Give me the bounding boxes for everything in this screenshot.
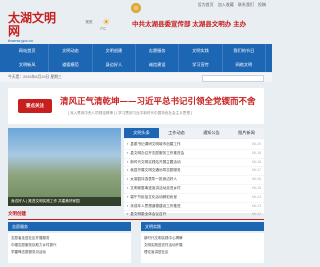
- news-list: ▪ 县委书记调研文明城市创建工作 06-19 ▪ 县文明办召开志愿服务工作推进会 06-…: [124, 139, 264, 221]
- list-item[interactable]: ▪ 县委书记调研文明城市创建工作 06-19: [124, 141, 264, 150]
- photo-caption[interactable]: 身边好人 | 推进文明实践工作 共建美好家园: [8, 197, 121, 206]
- header-title: 中共太湖县委宣传部 太湖县文明办 主办: [132, 21, 247, 28]
- lower-lists: 志愿者走进社区开展服务 巾帼志愿服务队助力乡村振兴 学雷锋志愿服务月活动 新时代…: [8, 233, 264, 263]
- list-item[interactable]: ▪ 县文明办召开志愿服务工作推进会 06-18: [124, 150, 264, 159]
- add-favorite-link[interactable]: 加入收藏: [218, 2, 234, 7]
- volunteer-list: 志愿者走进社区开展服务 巾帼志愿服务队助力乡村振兴 学雷锋志愿服务月活动: [8, 233, 131, 263]
- tab-volunteer[interactable]: 志愿服务: [8, 222, 131, 231]
- tab-headlines[interactable]: 文明头条: [124, 128, 159, 138]
- search-input[interactable]: [202, 75, 264, 82]
- list-item[interactable]: 新时代文明实践中心揭牌: [144, 235, 261, 242]
- tab-notices[interactable]: 通知公告: [194, 128, 229, 138]
- section-title: 文明创建: [8, 209, 264, 220]
- sun-icon: ☀: [102, 17, 111, 27]
- nav-item[interactable]: 我们的节日: [223, 44, 266, 58]
- list-item[interactable]: ▪ 端午节民俗文化活动精彩纷呈 06-14: [124, 194, 264, 203]
- submit-link[interactable]: 投稿: [258, 2, 266, 7]
- nav-item[interactable]: 道德模范: [49, 58, 93, 72]
- news-tabs: 文明头条 工作动态 通知公告 图片新闻: [124, 128, 264, 138]
- list-item[interactable]: ▪ 文明家庭事迹宣讲活动走进乡村 06-15: [124, 185, 264, 194]
- lower-tabs: 志愿服务 文明实践: [8, 222, 264, 231]
- site-logo[interactable]: 太湖文明网 thwmw.gov.cn: [8, 11, 66, 44]
- practice-list: 新时代文明实践中心揭牌 文明实践进农村活动开展 理论宣讲进社区: [141, 233, 264, 263]
- featured-photo[interactable]: 身边好人 | 推进文明实践工作 共建美好家园: [8, 128, 121, 206]
- tab-work[interactable]: 工作动态: [159, 128, 194, 138]
- list-item[interactable]: 志愿者走进社区开展服务: [11, 235, 128, 242]
- nav-item[interactable]: 文明实践: [179, 44, 223, 58]
- main-nav: 网站首页 文明动态 文明创建 志愿服务 文明实践 我们的节日 文明新风 道德模范…: [0, 44, 272, 72]
- nav-item[interactable]: 文明创建: [93, 44, 136, 58]
- headline-badge: 要点关注: [18, 99, 52, 113]
- tab-photos[interactable]: 图片新闻: [229, 128, 264, 138]
- set-homepage-link[interactable]: 设为首页: [198, 2, 214, 7]
- nav-item[interactable]: 身边好人: [93, 58, 136, 72]
- nav-item[interactable]: 网站首页: [6, 44, 50, 58]
- weather-city: 安庆: [85, 20, 93, 24]
- headline-sub[interactable]: [ 深入贯彻中央八项规定精神 ] [ 学习贯彻习近平新时代中国特色社会主义思想 …: [68, 110, 258, 116]
- nav-item[interactable]: 学习宣传: [179, 58, 223, 72]
- nav-item[interactable]: 志愿服务: [136, 44, 180, 58]
- nav-item[interactable]: 文明新风: [6, 58, 50, 72]
- nav-item[interactable]: 网络文明: [223, 58, 266, 72]
- logo-title: 太湖文明网: [8, 11, 57, 38]
- list-item[interactable]: ▪ 新时代文明实践站开展主题活动 06-18: [124, 159, 264, 168]
- list-item[interactable]: 文明实践进农村活动开展: [144, 242, 261, 249]
- tab-practice[interactable]: 文明实践: [141, 222, 264, 231]
- list-item[interactable]: 理论宣讲进社区: [144, 249, 261, 256]
- weather-temp: 7°C: [100, 27, 106, 31]
- list-item[interactable]: 巾帼志愿服务队助力乡村振兴: [11, 242, 128, 249]
- contact-link[interactable]: 联系我们: [238, 2, 254, 7]
- nav-item[interactable]: 诚信建设: [136, 58, 180, 72]
- list-item[interactable]: ▪ 太湖县评选表彰一批身边好人 06-16: [124, 176, 264, 185]
- list-item[interactable]: ▪ 我县开展文明交通劝导志愿服务 06-17: [124, 167, 264, 177]
- list-item[interactable]: 学雷锋志愿服务月活动: [11, 249, 128, 256]
- headline-title[interactable]: 清风正气清乾坤——习近平总书记引领全党锲而不舍: [60, 96, 260, 108]
- nav-item[interactable]: 文明动态: [49, 44, 93, 58]
- headline-box: 要点关注 清风正气清乾坤——习近平总书记引领全党锲而不舍 [ 深入贯彻中央八项规…: [8, 88, 264, 124]
- party-emblem-icon: [131, 3, 141, 13]
